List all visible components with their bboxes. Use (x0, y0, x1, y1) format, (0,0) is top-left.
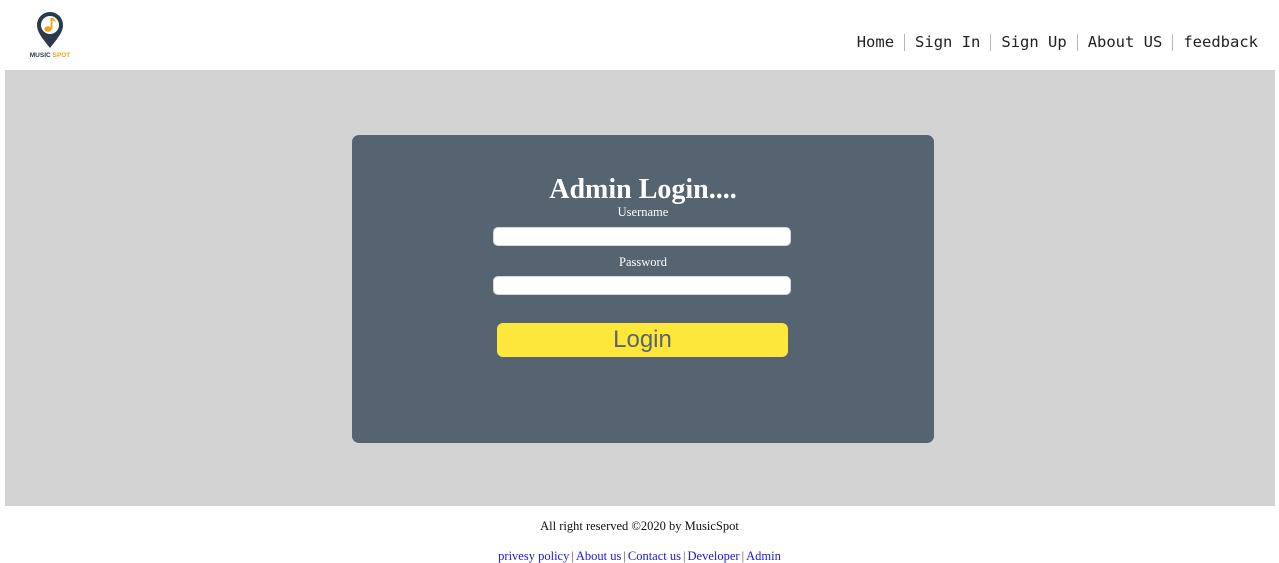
password-label: Password (619, 255, 667, 269)
login-title: Admin Login.... (549, 174, 737, 205)
nav-sign-up-link[interactable]: Sign Up (1001, 33, 1066, 51)
password-input[interactable] (493, 276, 791, 295)
footer-privacy-policy-link[interactable]: privesy policy (498, 549, 569, 563)
nav-about-us-link[interactable]: About US (1088, 33, 1163, 51)
top-nav: Home Sign In Sign Up About US feedback (857, 31, 1258, 53)
footer-developer-link[interactable]: Developer (688, 549, 740, 563)
nav-divider (1172, 33, 1174, 51)
nav-feedback-link[interactable]: feedback (1183, 33, 1258, 51)
map-pin-music-note-icon (37, 12, 63, 48)
footer-divider: | (623, 549, 626, 563)
logo-wordmark: MUSIC SPOT (24, 52, 76, 59)
footer-about-us-link[interactable]: About us (576, 549, 622, 563)
footer-divider: | (683, 549, 686, 563)
username-input[interactable] (493, 227, 791, 246)
login-button[interactable]: Login (497, 323, 788, 357)
main-content-area: Admin Login.... Username Password Login (5, 70, 1275, 506)
footer-links: privesy policy | About us | Contact us | Devel… (0, 549, 1279, 563)
admin-login-card: Admin Login.... Username Password Login (352, 135, 934, 443)
site-header: MUSIC SPOT Home Sign In Sign Up About US… (0, 0, 1279, 70)
site-logo[interactable]: MUSIC SPOT (24, 8, 76, 64)
logo-word-music: MUSIC (29, 52, 51, 59)
footer-divider: | (571, 549, 574, 563)
nav-sign-in-link[interactable]: Sign In (915, 33, 980, 51)
username-label: Username (617, 205, 669, 219)
logo-word-spot: SPOT (52, 52, 71, 59)
nav-divider (990, 33, 992, 51)
nav-divider (904, 33, 906, 51)
footer-admin-link[interactable]: Admin (746, 549, 781, 563)
footer-contact-us-link[interactable]: Contact us (628, 549, 681, 563)
footer-divider: | (741, 549, 745, 563)
footer-copyright: All right reserved ©2020 by MusicSpot (540, 519, 739, 533)
nav-home-link[interactable]: Home (857, 33, 894, 51)
nav-divider (1076, 33, 1078, 51)
